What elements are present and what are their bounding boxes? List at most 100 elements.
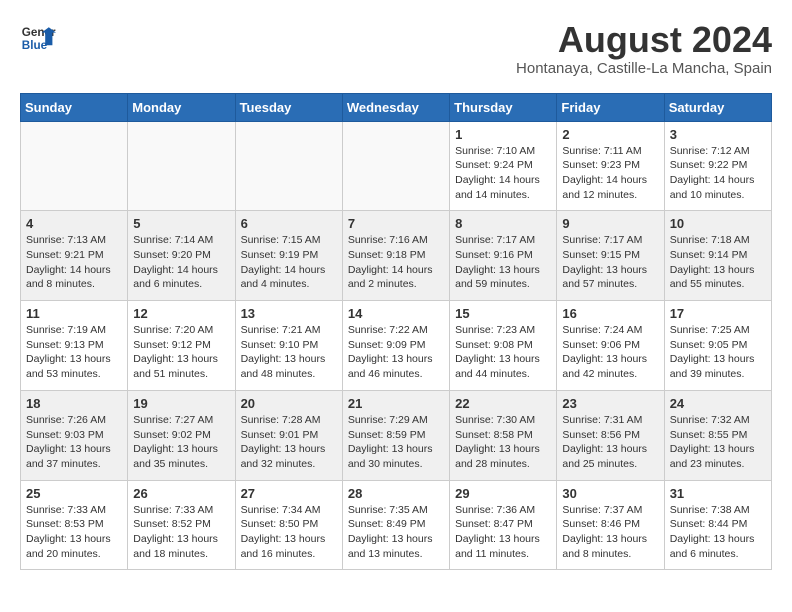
day-number: 17 xyxy=(670,306,766,321)
calendar-day-8: 8 Sunrise: 7:17 AM Sunset: 9:16 PM Daylig… xyxy=(450,211,557,301)
day-number: 13 xyxy=(241,306,337,321)
day-info: Sunrise: 7:36 AM Sunset: 8:47 PM Dayligh… xyxy=(455,503,551,562)
day-number: 8 xyxy=(455,216,551,231)
day-number: 29 xyxy=(455,486,551,501)
calendar-day-21: 21 Sunrise: 7:29 AM Sunset: 8:59 PM Dayli… xyxy=(342,390,449,480)
day-info: Sunrise: 7:13 AM Sunset: 9:21 PM Dayligh… xyxy=(26,233,122,292)
day-number: 20 xyxy=(241,396,337,411)
calendar-week-row: 11Sunrise: 7:19 AM Sunset: 9:13 PM Dayli… xyxy=(21,301,772,391)
calendar-week-row: 1Sunrise: 7:10 AM Sunset: 9:24 PM Daylig… xyxy=(21,121,772,211)
day-number: 3 xyxy=(670,127,766,142)
svg-text:Blue: Blue xyxy=(22,39,48,52)
day-info: Sunrise: 7:32 AM Sunset: 8:55 PM Dayligh… xyxy=(670,413,766,472)
day-number: 24 xyxy=(670,396,766,411)
day-number: 6 xyxy=(241,216,337,231)
day-number: 21 xyxy=(348,396,444,411)
calendar-day-23: 23 Sunrise: 7:31 AM Sunset: 8:56 PM Dayli… xyxy=(557,390,664,480)
weekday-header-tuesday: Tuesday xyxy=(235,93,342,121)
day-number: 4 xyxy=(26,216,122,231)
day-info: Sunrise: 7:28 AM Sunset: 9:01 PM Dayligh… xyxy=(241,413,337,472)
day-number: 19 xyxy=(133,396,229,411)
day-info: Sunrise: 7:25 AM Sunset: 9:05 PM Dayligh… xyxy=(670,323,766,382)
calendar-day-18: 18 Sunrise: 7:26 AM Sunset: 9:03 PM Dayli… xyxy=(21,390,128,480)
weekday-header-friday: Friday xyxy=(557,93,664,121)
day-info: Sunrise: 7:17 AM Sunset: 9:16 PM Dayligh… xyxy=(455,233,551,292)
calendar-day-1: 1Sunrise: 7:10 AM Sunset: 9:24 PM Daylig… xyxy=(450,121,557,211)
weekday-header-thursday: Thursday xyxy=(450,93,557,121)
empty-calendar-cell xyxy=(21,121,128,211)
day-number: 26 xyxy=(133,486,229,501)
day-info: Sunrise: 7:27 AM Sunset: 9:02 PM Dayligh… xyxy=(133,413,229,472)
calendar-day-26: 26 Sunrise: 7:33 AM Sunset: 8:52 PM Dayli… xyxy=(128,480,235,570)
empty-calendar-cell xyxy=(235,121,342,211)
calendar-day-10: 10 Sunrise: 7:18 AM Sunset: 9:14 PM Dayli… xyxy=(664,211,771,301)
calendar-day-19: 19 Sunrise: 7:27 AM Sunset: 9:02 PM Dayli… xyxy=(128,390,235,480)
day-info: Sunrise: 7:12 AM Sunset: 9:22 PM Dayligh… xyxy=(670,144,766,203)
day-number: 14 xyxy=(348,306,444,321)
calendar-day-24: 24 Sunrise: 7:32 AM Sunset: 8:55 PM Dayli… xyxy=(664,390,771,480)
day-info: Sunrise: 7:37 AM Sunset: 8:46 PM Dayligh… xyxy=(562,503,658,562)
calendar-day-6: 6 Sunrise: 7:15 AM Sunset: 9:19 PM Daylig… xyxy=(235,211,342,301)
calendar-day-25: 25Sunrise: 7:33 AM Sunset: 8:53 PM Dayli… xyxy=(21,480,128,570)
calendar-day-22: 22Sunrise: 7:30 AM Sunset: 8:58 PM Dayli… xyxy=(450,390,557,480)
day-number: 5 xyxy=(133,216,229,231)
day-number: 18 xyxy=(26,396,122,411)
day-info: Sunrise: 7:17 AM Sunset: 9:15 PM Dayligh… xyxy=(562,233,658,292)
day-number: 25 xyxy=(26,486,122,501)
calendar-week-row: 4 Sunrise: 7:13 AM Sunset: 9:21 PM Daylig… xyxy=(21,211,772,301)
logo: General Blue xyxy=(20,20,56,56)
day-info: Sunrise: 7:19 AM Sunset: 9:13 PM Dayligh… xyxy=(26,323,122,382)
day-info: Sunrise: 7:21 AM Sunset: 9:10 PM Dayligh… xyxy=(241,323,337,382)
day-info: Sunrise: 7:11 AM Sunset: 9:23 PM Dayligh… xyxy=(562,144,658,203)
day-info: Sunrise: 7:38 AM Sunset: 8:44 PM Dayligh… xyxy=(670,503,766,562)
calendar-day-27: 27Sunrise: 7:34 AM Sunset: 8:50 PM Dayli… xyxy=(235,480,342,570)
day-number: 30 xyxy=(562,486,658,501)
calendar-day-2: 2Sunrise: 7:11 AM Sunset: 9:23 PM Daylig… xyxy=(557,121,664,211)
calendar-day-14: 14Sunrise: 7:22 AM Sunset: 9:09 PM Dayli… xyxy=(342,301,449,391)
day-info: Sunrise: 7:14 AM Sunset: 9:20 PM Dayligh… xyxy=(133,233,229,292)
day-number: 16 xyxy=(562,306,658,321)
calendar-day-4: 4 Sunrise: 7:13 AM Sunset: 9:21 PM Daylig… xyxy=(21,211,128,301)
calendar-week-row: 25Sunrise: 7:33 AM Sunset: 8:53 PM Dayli… xyxy=(21,480,772,570)
calendar-day-3: 3 Sunrise: 7:12 AM Sunset: 9:22 PM Daylig… xyxy=(664,121,771,211)
calendar-day-20: 20 Sunrise: 7:28 AM Sunset: 9:01 PM Dayli… xyxy=(235,390,342,480)
calendar-day-13: 13 Sunrise: 7:21 AM Sunset: 9:10 PM Dayli… xyxy=(235,301,342,391)
day-info: Sunrise: 7:18 AM Sunset: 9:14 PM Dayligh… xyxy=(670,233,766,292)
day-info: Sunrise: 7:26 AM Sunset: 9:03 PM Dayligh… xyxy=(26,413,122,472)
day-number: 7 xyxy=(348,216,444,231)
day-info: Sunrise: 7:20 AM Sunset: 9:12 PM Dayligh… xyxy=(133,323,229,382)
weekday-header-sunday: Sunday xyxy=(21,93,128,121)
day-info: Sunrise: 7:31 AM Sunset: 8:56 PM Dayligh… xyxy=(562,413,658,472)
calendar-table: SundayMondayTuesdayWednesdayThursdayFrid… xyxy=(20,93,772,571)
day-info: Sunrise: 7:24 AM Sunset: 9:06 PM Dayligh… xyxy=(562,323,658,382)
day-number: 10 xyxy=(670,216,766,231)
weekday-header-row: SundayMondayTuesdayWednesdayThursdayFrid… xyxy=(21,93,772,121)
calendar-day-9: 9 Sunrise: 7:17 AM Sunset: 9:15 PM Daylig… xyxy=(557,211,664,301)
day-number: 12 xyxy=(133,306,229,321)
calendar-day-29: 29 Sunrise: 7:36 AM Sunset: 8:47 PM Dayli… xyxy=(450,480,557,570)
location-subtitle: Hontanaya, Castille-La Mancha, Spain xyxy=(516,60,772,77)
day-info: Sunrise: 7:35 AM Sunset: 8:49 PM Dayligh… xyxy=(348,503,444,562)
calendar-day-7: 7Sunrise: 7:16 AM Sunset: 9:18 PM Daylig… xyxy=(342,211,449,301)
calendar-day-17: 17 Sunrise: 7:25 AM Sunset: 9:05 PM Dayli… xyxy=(664,301,771,391)
day-info: Sunrise: 7:33 AM Sunset: 8:52 PM Dayligh… xyxy=(133,503,229,562)
weekday-header-wednesday: Wednesday xyxy=(342,93,449,121)
calendar-day-28: 28 Sunrise: 7:35 AM Sunset: 8:49 PM Dayli… xyxy=(342,480,449,570)
day-info: Sunrise: 7:23 AM Sunset: 9:08 PM Dayligh… xyxy=(455,323,551,382)
day-number: 23 xyxy=(562,396,658,411)
calendar-day-16: 16 Sunrise: 7:24 AM Sunset: 9:06 PM Dayli… xyxy=(557,301,664,391)
empty-calendar-cell xyxy=(342,121,449,211)
day-info: Sunrise: 7:15 AM Sunset: 9:19 PM Dayligh… xyxy=(241,233,337,292)
calendar-day-12: 12 Sunrise: 7:20 AM Sunset: 9:12 PM Dayli… xyxy=(128,301,235,391)
calendar-day-11: 11Sunrise: 7:19 AM Sunset: 9:13 PM Dayli… xyxy=(21,301,128,391)
weekday-header-monday: Monday xyxy=(128,93,235,121)
day-number: 28 xyxy=(348,486,444,501)
calendar-day-5: 5 Sunrise: 7:14 AM Sunset: 9:20 PM Daylig… xyxy=(128,211,235,301)
calendar-day-31: 31Sunrise: 7:38 AM Sunset: 8:44 PM Dayli… xyxy=(664,480,771,570)
day-number: 9 xyxy=(562,216,658,231)
page-header: General Blue August 2024 Hontanaya, Cast… xyxy=(20,20,772,77)
day-number: 15 xyxy=(455,306,551,321)
day-info: Sunrise: 7:29 AM Sunset: 8:59 PM Dayligh… xyxy=(348,413,444,472)
month-year-title: August 2024 xyxy=(516,20,772,60)
calendar-week-row: 18 Sunrise: 7:26 AM Sunset: 9:03 PM Dayli… xyxy=(21,390,772,480)
